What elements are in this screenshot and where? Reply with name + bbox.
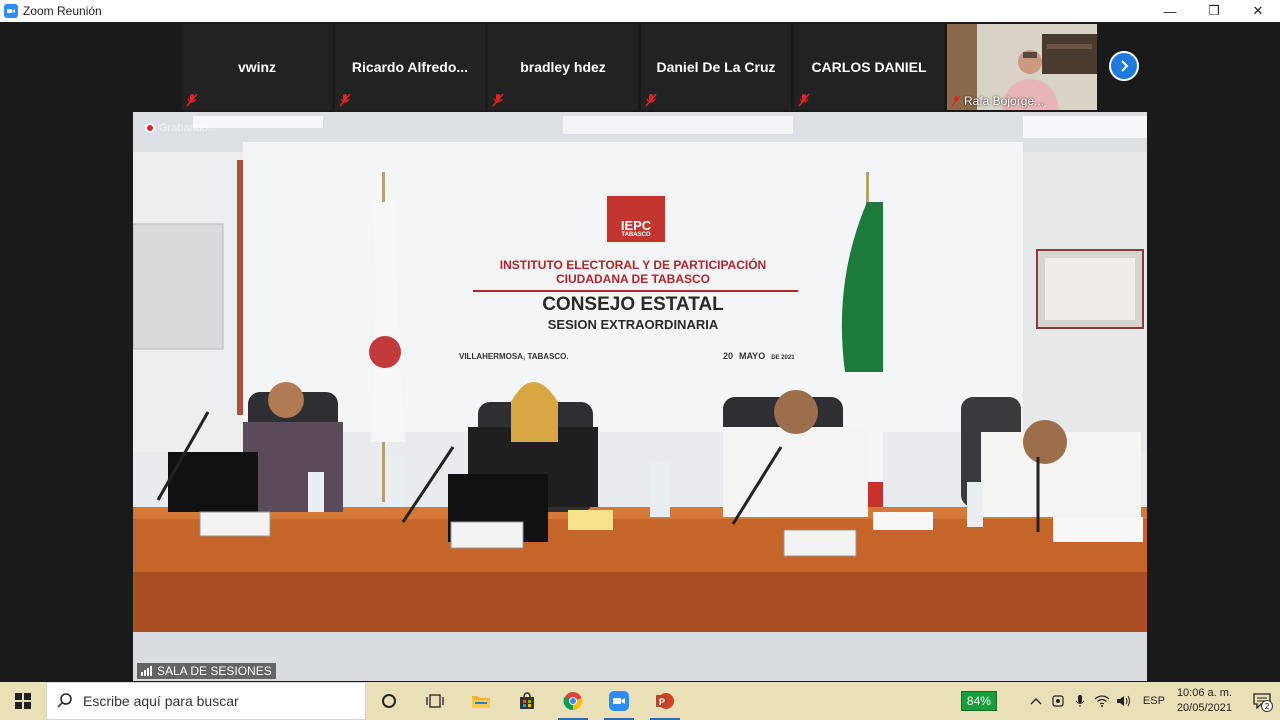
chevron-up-icon[interactable] <box>1025 682 1047 720</box>
svg-text:P: P <box>659 697 665 707</box>
notification-badge: 2 <box>1261 700 1273 712</box>
mic-muted-icon <box>186 93 198 107</box>
main-video: IEPC TABASCO INSTITUTO ELECTORAL Y DE PA… <box>133 112 1147 681</box>
sign-line-consejo: CONSEJO ESTATAL <box>542 294 724 315</box>
participant-tile[interactable]: Daniel De La Cruz <box>641 24 791 110</box>
meet-now-icon[interactable] <box>1047 682 1069 720</box>
minimize-button[interactable]: — <box>1148 0 1192 22</box>
windows-logo-icon <box>15 693 31 709</box>
battery-indicator[interactable]: 84% <box>960 691 997 711</box>
clock[interactable]: 10:06 a. m. 20/05/2021 <box>1177 686 1232 716</box>
task-view-icon <box>426 694 444 708</box>
mic-muted-icon <box>951 95 961 107</box>
zoom-app-icon <box>4 4 18 18</box>
chevron-right-icon <box>1121 60 1129 72</box>
record-icon <box>145 123 155 133</box>
participant-tile[interactable]: CARLOS DANIEL <box>794 24 944 110</box>
participant-tile[interactable]: Ricardo Alfredo... <box>335 24 485 110</box>
recording-indicator: Grabando... <box>145 122 217 134</box>
file-explorer-button[interactable] <box>458 682 504 720</box>
sign-line-ciudadana: CIUDADANA DE TABASCO <box>556 272 710 286</box>
language-indicator[interactable]: ESP <box>1143 695 1165 707</box>
meeting-stage: vwinz Ricardo Alfredo... bradley hdez Da… <box>0 22 1280 681</box>
iepc-logo: IEPC TABASCO <box>605 194 667 244</box>
volume-icon[interactable] <box>1113 682 1135 720</box>
start-button[interactable] <box>0 682 46 720</box>
windows-taskbar: Escribe aquí para buscar P 84% ESP 10:06… <box>0 682 1280 720</box>
notification-center-button[interactable]: 2 <box>1244 682 1280 720</box>
next-page-button[interactable] <box>1109 51 1139 81</box>
mic-muted-icon <box>798 93 810 107</box>
signal-bars-icon <box>141 666 152 676</box>
folder-icon <box>472 696 490 708</box>
cortana-icon <box>382 694 396 708</box>
window-title: Zoom Reunión <box>23 4 102 18</box>
search-icon <box>57 693 72 708</box>
mic-muted-icon <box>339 93 351 107</box>
participant-tile[interactable]: vwinz <box>182 24 332 110</box>
sign-divider <box>473 290 798 292</box>
chrome-icon <box>563 692 583 711</box>
microphone-icon[interactable] <box>1069 682 1091 720</box>
chrome-button[interactable] <box>550 682 596 720</box>
participant-name: Ricardo Alfredo... <box>351 59 469 75</box>
title-bar: Zoom Reunión — ❐ ✕ <box>0 0 1280 22</box>
sign-line-institute: INSTITUTO ELECTORAL Y DE PARTICIPACIÓN <box>499 258 767 272</box>
participant-name: Rafa Bojorge... <box>964 94 1045 108</box>
store-bag-icon <box>520 692 534 709</box>
wifi-icon[interactable] <box>1091 682 1113 720</box>
powerpoint-icon: P <box>656 693 674 709</box>
close-button[interactable]: ✕ <box>1236 0 1280 22</box>
sign-date: 20 MAYO DE 2021 <box>723 351 795 361</box>
powerpoint-button[interactable]: P <box>642 682 688 720</box>
participant-name: Daniel De La Cruz <box>656 59 776 75</box>
sign-line-sesion: SESION EXTRAORDINARIA <box>547 317 719 332</box>
store-button[interactable] <box>504 682 550 720</box>
sign-place: VILLAHERMOSA, TABASCO. <box>459 352 569 361</box>
participant-strip: vwinz Ricardo Alfredo... bradley hdez Da… <box>182 24 1097 110</box>
taskbar-search[interactable]: Escribe aquí para buscar <box>46 682 366 720</box>
system-tray: 84% ESP 10:06 a. m. 20/05/2021 2 <box>960 682 1280 720</box>
mic-muted-icon <box>492 93 504 107</box>
participant-tile[interactable]: bradley hdez <box>488 24 638 110</box>
participant-name: vwinz <box>237 59 277 75</box>
task-view-button[interactable] <box>412 682 458 720</box>
participant-name: bradley hdez <box>520 59 606 75</box>
cortana-button[interactable] <box>366 682 412 720</box>
zoom-icon <box>609 691 629 711</box>
participant-video-tile[interactable]: Rafa Bojorge... <box>947 24 1097 110</box>
zoom-taskbar-button[interactable] <box>596 682 642 720</box>
maximize-button[interactable]: ❐ <box>1192 0 1236 22</box>
participant-name: CARLOS DANIEL <box>811 59 927 75</box>
mic-muted-icon <box>645 93 657 107</box>
active-speaker-label: SALA DE SESIONES <box>137 663 276 679</box>
